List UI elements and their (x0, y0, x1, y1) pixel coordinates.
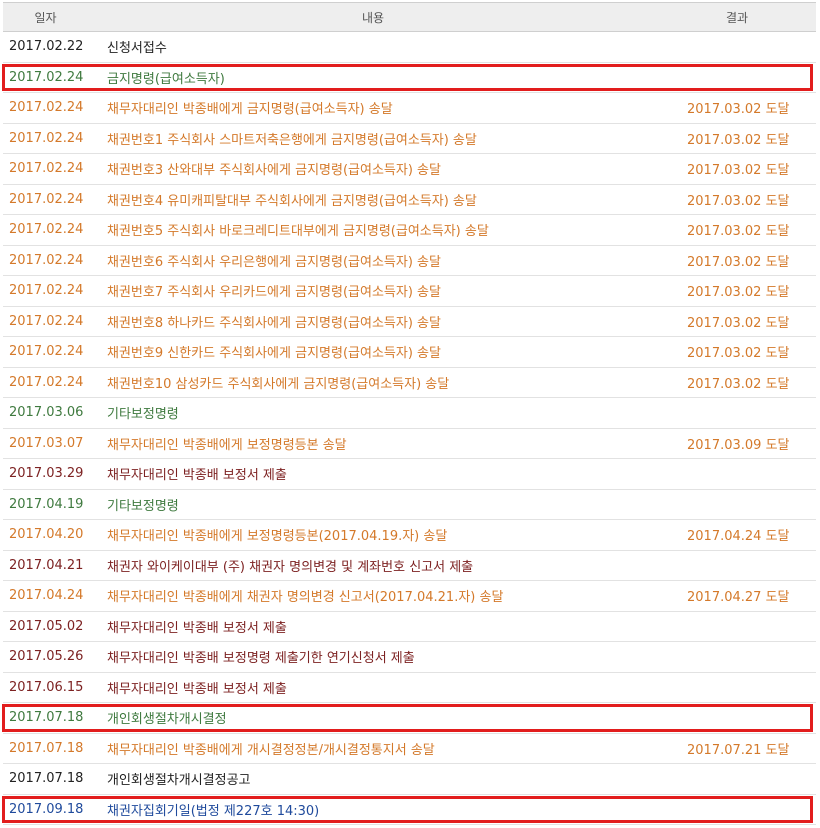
row-date: 2017.02.24 (9, 130, 84, 146)
case-progress-table: 일자 내용 결과 2017.02.22 신청서접수 2017.02.24 금지명령(급… (2, 2, 816, 825)
table-row: 2017.02.24 채권번호3 산와대부 주식회사에게 금지명령(급여소득자) … (3, 154, 816, 185)
table-body: 2017.02.22 신청서접수 2017.02.24 금지명령(급여소득자) 2017… (2, 32, 816, 825)
table-row: 2017.04.19 기타보정명령 (3, 490, 816, 520)
row-content: 기타보정명령 (107, 498, 179, 514)
row-content: 금지명령(급여소득자) (107, 71, 225, 87)
row-date: 2017.05.26 (9, 649, 84, 665)
table-row: 2017.02.24 채권번호6 주식회사 우리은행에게 금지명령(급여소득자) … (3, 246, 816, 276)
row-content: 채권번호7 주식회사 우리카드에게 금지명령(급여소득자) 송달 (107, 285, 441, 301)
header-date: 일자 (34, 10, 57, 25)
row-content: 개인회생절차개시결정공고 (107, 773, 251, 789)
table-row: 2017.03.06 기타보정명령 (3, 398, 816, 429)
table-row: 2017.04.20 채무자대리인 박종배에게 보정명령등본(2017.04.19… (3, 520, 816, 551)
row-date: 2017.04.21 (9, 557, 84, 573)
row-result: 2017.03.02 도달 (687, 193, 790, 209)
row-date: 2017.02.24 (9, 100, 84, 116)
table-row: 2017.07.18 채무자대리인 박종배에게 개시결정정본/개시결정통지서 송달… (3, 734, 816, 764)
row-date: 2017.03.29 (9, 466, 84, 482)
row-content: 채권번호1 주식회사 스마트저축은행에게 금지명령(급여소득자) 송달 (107, 132, 477, 148)
table-row: 2017.02.24 채권번호8 하나카드 주식회사에게 금지명령(급여소득자) … (3, 307, 816, 337)
table-row: 2017.02.24 채권번호4 유미캐피탈대부 주식회사에게 금지명령(급여소득… (3, 185, 816, 215)
row-date: 2017.06.15 (9, 679, 84, 695)
row-content: 채권번호8 하나카드 주식회사에게 금지명령(급여소득자) 송달 (107, 315, 441, 331)
table-row: 2017.05.02 채무자대리인 박종배 보정서 제출 (3, 612, 816, 642)
row-content: 채무자대리인 박종배에게 보정명령등본 송달 (107, 437, 347, 453)
row-content: 채무자대리인 박종배에게 금지명령(급여소득자) 송달 (107, 102, 393, 118)
row-content: 채무자대리인 박종배에게 보정명령등본(2017.04.19.자) 송달 (107, 529, 448, 545)
row-content: 신청서접수 (107, 41, 167, 57)
row-content: 개인회생절차개시결정 (107, 712, 227, 728)
table-row: 2017.07.18 개인회생절차개시결정공고 (3, 764, 816, 795)
row-content: 채권번호9 신한카드 주식회사에게 금지명령(급여소득자) 송달 (107, 346, 441, 362)
row-content: 채무자대리인 박종배 보정서 제출 (107, 620, 287, 636)
row-content: 채권번호4 유미캐피탈대부 주식회사에게 금지명령(급여소득자) 송달 (107, 193, 477, 209)
table-row: 2017.06.15 채무자대리인 박종배 보정서 제출 (3, 673, 816, 703)
row-result: 2017.03.09 도달 (687, 437, 790, 453)
row-content: 채권자집회기일(법정 제227호 14:30) (107, 803, 320, 819)
table-row: 2017.02.22 신청서접수 (3, 32, 816, 63)
row-date: 2017.03.07 (9, 435, 84, 451)
row-result: 2017.03.02 도달 (687, 285, 790, 301)
table-row: 2017.02.24 채권번호9 신한카드 주식회사에게 금지명령(급여소득자) … (3, 337, 816, 368)
row-result: 2017.03.02 도달 (687, 102, 790, 118)
row-content: 채권번호3 산와대부 주식회사에게 금지명령(급여소득자) 송달 (107, 163, 441, 179)
row-content: 채권번호5 주식회사 바로크레디트대부에게 금지명령(급여소득자) 송달 (107, 224, 489, 240)
row-content: 채권번호10 삼성카드 주식회사에게 금지명령(급여소득자) 송달 (107, 376, 450, 392)
row-date: 2017.03.06 (9, 405, 84, 421)
row-date: 2017.02.24 (9, 191, 84, 207)
row-date: 2017.02.22 (9, 39, 84, 55)
row-result: 2017.03.02 도달 (687, 163, 790, 179)
header-result: 결과 (725, 10, 749, 25)
row-date: 2017.05.02 (9, 618, 84, 634)
table-row: 2017.02.24 채무자대리인 박종배에게 금지명령(급여소득자) 송달 201… (3, 93, 816, 124)
row-date: 2017.02.24 (9, 69, 84, 85)
row-date: 2017.02.24 (9, 313, 84, 329)
table-row: 2017.04.21 채권자 와이케이대부 (주) 채권자 명의변경 및 계좌번호… (3, 551, 816, 581)
table-row: 2017.03.29 채무자대리인 박종배 보정서 제출 (3, 459, 816, 490)
row-date: 2017.09.18 (9, 801, 84, 817)
table-row: 2017.07.18 개인회생절차개시결정 (2, 703, 816, 734)
row-content: 채무자대리인 박종배에게 개시결정정본/개시결정통지서 송달 (107, 742, 435, 758)
row-result: 2017.03.02 도달 (687, 254, 790, 270)
table-row: 2017.02.24 채권번호5 주식회사 바로크레디트대부에게 금지명령(급여소… (3, 215, 816, 246)
row-date: 2017.02.24 (9, 283, 84, 299)
table-row: 2017.02.24 채권번호10 삼성카드 주식회사에게 금지명령(급여소득자)… (3, 368, 816, 398)
table-header: 일자 내용 결과 (3, 2, 816, 32)
row-result: 2017.03.02 도달 (687, 132, 790, 148)
row-result: 2017.04.24 도달 (687, 529, 790, 545)
table-row: 2017.09.18 채권자집회기일(법정 제227호 14:30) (2, 795, 816, 825)
row-content: 채권번호6 주식회사 우리은행에게 금지명령(급여소득자) 송달 (107, 254, 441, 270)
row-date: 2017.04.19 (9, 496, 84, 512)
row-date: 2017.07.18 (9, 740, 84, 756)
row-date: 2017.02.24 (9, 374, 84, 390)
table-row: 2017.02.24 채권번호1 주식회사 스마트저축은행에게 금지명령(급여소득… (3, 124, 816, 154)
table-row: 2017.04.24 채무자대리인 박종배에게 채권자 명의변경 신고서(2017… (3, 581, 816, 612)
table-row: 2017.02.24 채권번호7 주식회사 우리카드에게 금지명령(급여소득자) … (3, 276, 816, 307)
row-result: 2017.07.21 도달 (687, 742, 790, 758)
row-result: 2017.04.27 도달 (687, 590, 790, 606)
row-result: 2017.03.02 도달 (687, 376, 790, 392)
row-content: 채무자대리인 박종배 보정명령 제출기한 연기신청서 제출 (107, 651, 415, 667)
row-date: 2017.02.24 (9, 222, 84, 238)
table-row: 2017.02.24 금지명령(급여소득자) (2, 63, 816, 93)
row-content: 기타보정명령 (107, 407, 179, 423)
row-content: 채권자 와이케이대부 (주) 채권자 명의변경 및 계좌번호 신고서 제출 (107, 559, 474, 575)
row-date: 2017.04.20 (9, 527, 84, 543)
row-result: 2017.03.02 도달 (687, 315, 790, 331)
row-date: 2017.02.24 (9, 344, 84, 360)
row-date: 2017.07.18 (9, 771, 84, 787)
row-content: 채무자대리인 박종배 보정서 제출 (107, 681, 287, 697)
row-content: 채무자대리인 박종배 보정서 제출 (107, 468, 287, 484)
row-date: 2017.02.24 (9, 252, 84, 268)
row-date: 2017.07.18 (9, 710, 84, 726)
row-date: 2017.04.24 (9, 588, 84, 604)
row-result: 2017.03.02 도달 (687, 346, 790, 362)
table-row: 2017.03.07 채무자대리인 박종배에게 보정명령등본 송달 2017.03.… (3, 429, 816, 459)
table-row: 2017.05.26 채무자대리인 박종배 보정명령 제출기한 연기신청서 제출 (3, 642, 816, 673)
row-date: 2017.02.24 (9, 161, 84, 177)
row-result: 2017.03.02 도달 (687, 224, 790, 240)
row-content: 채무자대리인 박종배에게 채권자 명의변경 신고서(2017.04.21.자) … (107, 590, 504, 606)
header-content: 내용 (361, 10, 385, 25)
